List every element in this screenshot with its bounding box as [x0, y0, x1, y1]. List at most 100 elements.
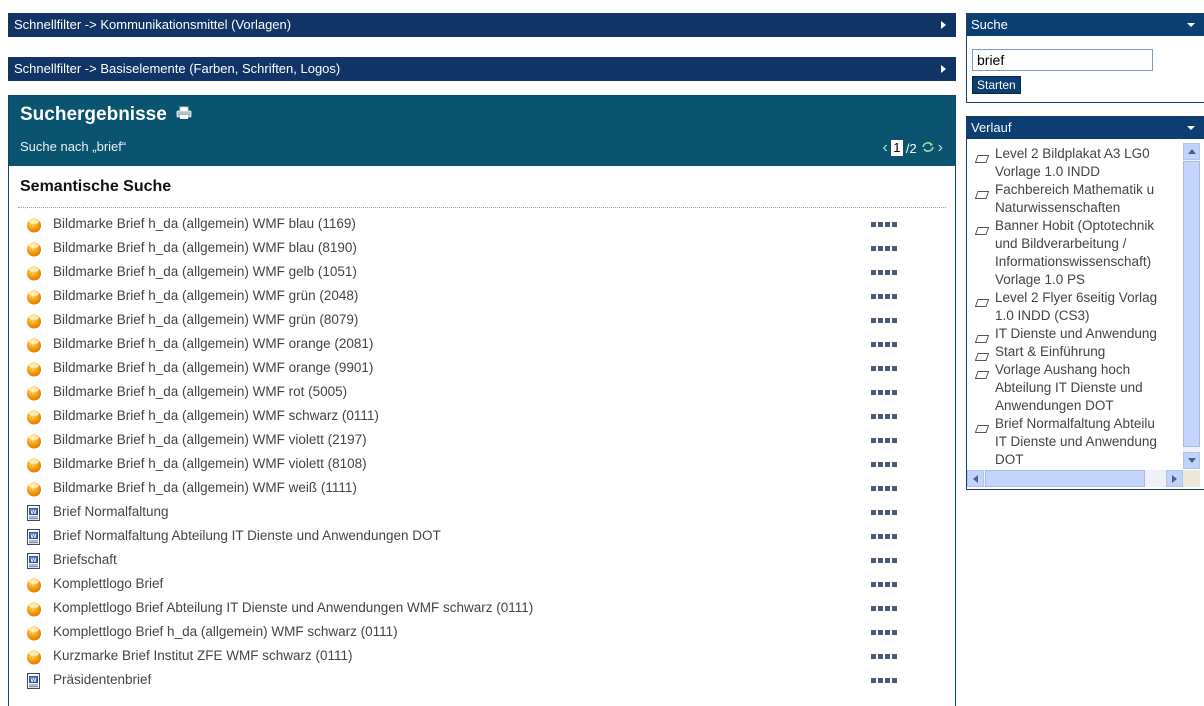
- result-label[interactable]: Bildmarke Brief h_da (allgemein) WMF wei…: [53, 480, 357, 495]
- result-row[interactable]: W Präsidentenbrief: [24, 669, 944, 693]
- result-label[interactable]: Bildmarke Brief h_da (allgemein) WMF gel…: [53, 264, 357, 279]
- search-panel-header[interactable]: Suche: [967, 14, 1204, 36]
- result-label[interactable]: Brief Normalfaltung Abteilung IT Dienste…: [53, 528, 441, 543]
- result-row[interactable]: Kurzmarke Brief Institut ZFE WMF schwarz…: [24, 645, 944, 669]
- horizontal-scrollbar[interactable]: [967, 470, 1183, 487]
- result-label[interactable]: Bildmarke Brief h_da (allgemein) WMF ora…: [53, 360, 373, 375]
- result-row[interactable]: Komplettlogo Brief h_da (allgemein) WMF …: [24, 621, 944, 645]
- rating-block: [878, 342, 883, 347]
- result-label[interactable]: Kurzmarke Brief Institut ZFE WMF schwarz…: [53, 648, 353, 663]
- result-label[interactable]: Bildmarke Brief h_da (allgemein) WMF ora…: [53, 336, 373, 351]
- result-row[interactable]: Bildmarke Brief h_da (allgemein) WMF vio…: [24, 429, 944, 453]
- history-item[interactable]: Level 2 Flyer 6seitig Vorlag 1.0 INDD (CS…: [973, 289, 1183, 325]
- chevron-left-icon[interactable]: ‹: [883, 140, 888, 156]
- rating-block: [878, 486, 883, 491]
- history-item[interactable]: IT Dienste und Anwendung: [973, 325, 1183, 343]
- history-item[interactable]: Vorlage Aushang hoch Abteilung IT Dienste…: [973, 361, 1183, 415]
- history-item-line: IT Dienste und Anwendung: [995, 434, 1157, 449]
- history-item-line: Vorlage Aushang hoch: [995, 362, 1131, 377]
- result-row[interactable]: W Briefschaft: [24, 549, 944, 573]
- scroll-down-button[interactable]: [1183, 452, 1200, 469]
- result-row[interactable]: Bildmarke Brief h_da (allgemein) WMF gel…: [24, 261, 944, 285]
- vertical-scrollbar[interactable]: [1183, 143, 1200, 469]
- start-search-button[interactable]: Starten: [972, 76, 1021, 94]
- result-row[interactable]: Bildmarke Brief h_da (allgemein) WMF ora…: [24, 333, 944, 357]
- rating-block: [892, 606, 897, 611]
- result-row[interactable]: Bildmarke Brief h_da (allgemein) WMF ora…: [24, 357, 944, 381]
- result-label[interactable]: Komplettlogo Brief h_da (allgemein) WMF …: [53, 624, 398, 639]
- result-row[interactable]: Bildmarke Brief h_da (allgemein) WMF bla…: [24, 213, 944, 237]
- svg-text:W: W: [30, 533, 37, 540]
- result-label[interactable]: Bildmarke Brief h_da (allgemein) WMF sch…: [53, 408, 379, 423]
- history-panel-header[interactable]: Verlauf: [967, 117, 1204, 139]
- chevron-right-icon[interactable]: ›: [938, 140, 943, 156]
- result-row[interactable]: Bildmarke Brief h_da (allgemein) WMF grü…: [24, 309, 944, 333]
- quickfilter-communication-bar[interactable]: Schnellfilter -> Kommunikationsmittel (V…: [8, 13, 956, 37]
- horizontal-scroll-thumb[interactable]: [985, 470, 1145, 487]
- refresh-icon[interactable]: [921, 141, 935, 156]
- result-row[interactable]: Bildmarke Brief h_da (allgemein) WMF rot…: [24, 381, 944, 405]
- result-row[interactable]: Bildmarke Brief h_da (allgemein) WMF grü…: [24, 285, 944, 309]
- result-row[interactable]: W Brief Normalfaltung: [24, 501, 944, 525]
- history-item-line: und Bildverarbeitung /: [995, 236, 1127, 251]
- rating-block: [871, 534, 876, 539]
- search-input[interactable]: [972, 49, 1153, 71]
- result-label[interactable]: Bildmarke Brief h_da (allgemein) WMF vio…: [53, 432, 367, 447]
- rating-block: [885, 606, 890, 611]
- rating-block: [871, 342, 876, 347]
- relevance-rating: [871, 606, 897, 611]
- print-icon[interactable]: [176, 104, 192, 126]
- page-icon: [974, 294, 990, 307]
- result-label[interactable]: Bildmarke Brief h_da (allgemein) WMF bla…: [53, 216, 356, 231]
- rating-block: [878, 534, 883, 539]
- result-label[interactable]: Komplettlogo Brief: [53, 576, 163, 591]
- result-label[interactable]: Brief Normalfaltung: [53, 504, 169, 519]
- pager-total-pages: /2: [905, 140, 917, 156]
- rating-block: [885, 366, 890, 371]
- rating-block: [871, 630, 876, 635]
- history-item[interactable]: Level 2 Bildplakat A3 LG0 Vorlage 1.0 IND…: [973, 145, 1183, 181]
- arrow-right-icon: [1172, 475, 1177, 483]
- page-icon: [974, 330, 990, 343]
- page-icon: [974, 366, 990, 379]
- orange-dot-icon: [26, 433, 42, 449]
- rating-block: [878, 318, 883, 323]
- rating-block: [871, 270, 876, 275]
- scroll-up-button[interactable]: [1183, 143, 1200, 160]
- result-row[interactable]: Bildmarke Brief h_da (allgemein) WMF wei…: [24, 477, 944, 501]
- result-row[interactable]: W Brief Normalfaltung Abteilung IT Dienst…: [24, 525, 944, 549]
- result-row[interactable]: Bildmarke Brief h_da (allgemein) WMF vio…: [24, 453, 944, 477]
- rating-block: [892, 678, 897, 683]
- scrollbar-corner: [1183, 470, 1200, 487]
- result-label[interactable]: Briefschaft: [53, 552, 117, 567]
- rating-block: [871, 438, 876, 443]
- scroll-left-button[interactable]: [967, 470, 984, 487]
- history-item[interactable]: Brief Normalfaltung Abteilu IT Dienste un…: [973, 415, 1183, 469]
- result-label[interactable]: Bildmarke Brief h_da (allgemein) WMF grü…: [53, 312, 358, 327]
- result-label[interactable]: Bildmarke Brief h_da (allgemein) WMF bla…: [53, 240, 357, 255]
- rating-block: [871, 558, 876, 563]
- result-label[interactable]: Bildmarke Brief h_da (allgemein) WMF grü…: [53, 288, 358, 303]
- result-row[interactable]: Komplettlogo Brief: [24, 573, 944, 597]
- history-item[interactable]: Fachbereich Mathematik u Naturwissenschaf…: [973, 181, 1183, 217]
- orange-dot-icon: [26, 313, 42, 329]
- history-item-line: 1.0 INDD (CS3): [995, 308, 1090, 323]
- history-item[interactable]: Banner Hobit (Optotechnik und Bildverarbe…: [973, 217, 1183, 289]
- result-row[interactable]: Komplettlogo Brief Abteilung IT Dienste …: [24, 597, 944, 621]
- result-row[interactable]: Bildmarke Brief h_da (allgemein) WMF bla…: [24, 237, 944, 261]
- vertical-scroll-thumb[interactable]: [1183, 161, 1200, 447]
- result-label[interactable]: Bildmarke Brief h_da (allgemein) WMF vio…: [53, 456, 367, 471]
- history-item[interactable]: Start & Einführung: [973, 343, 1183, 361]
- result-row[interactable]: Bildmarke Brief h_da (allgemein) WMF sch…: [24, 405, 944, 429]
- orange-dot-icon: [26, 241, 42, 257]
- scroll-right-button[interactable]: [1166, 470, 1183, 487]
- orange-dot-icon: [26, 457, 42, 473]
- result-label[interactable]: Bildmarke Brief h_da (allgemein) WMF rot…: [53, 384, 347, 399]
- quickfilter-basics-bar[interactable]: Schnellfilter -> Basiselemente (Farben, …: [8, 57, 956, 81]
- rating-block: [892, 582, 897, 587]
- result-label[interactable]: Präsidentenbrief: [53, 672, 151, 687]
- pager-current-page[interactable]: 1: [890, 140, 903, 156]
- history-item-line: Start & Einführung: [995, 344, 1106, 359]
- result-label[interactable]: Komplettlogo Brief Abteilung IT Dienste …: [53, 600, 533, 615]
- rating-block: [878, 414, 883, 419]
